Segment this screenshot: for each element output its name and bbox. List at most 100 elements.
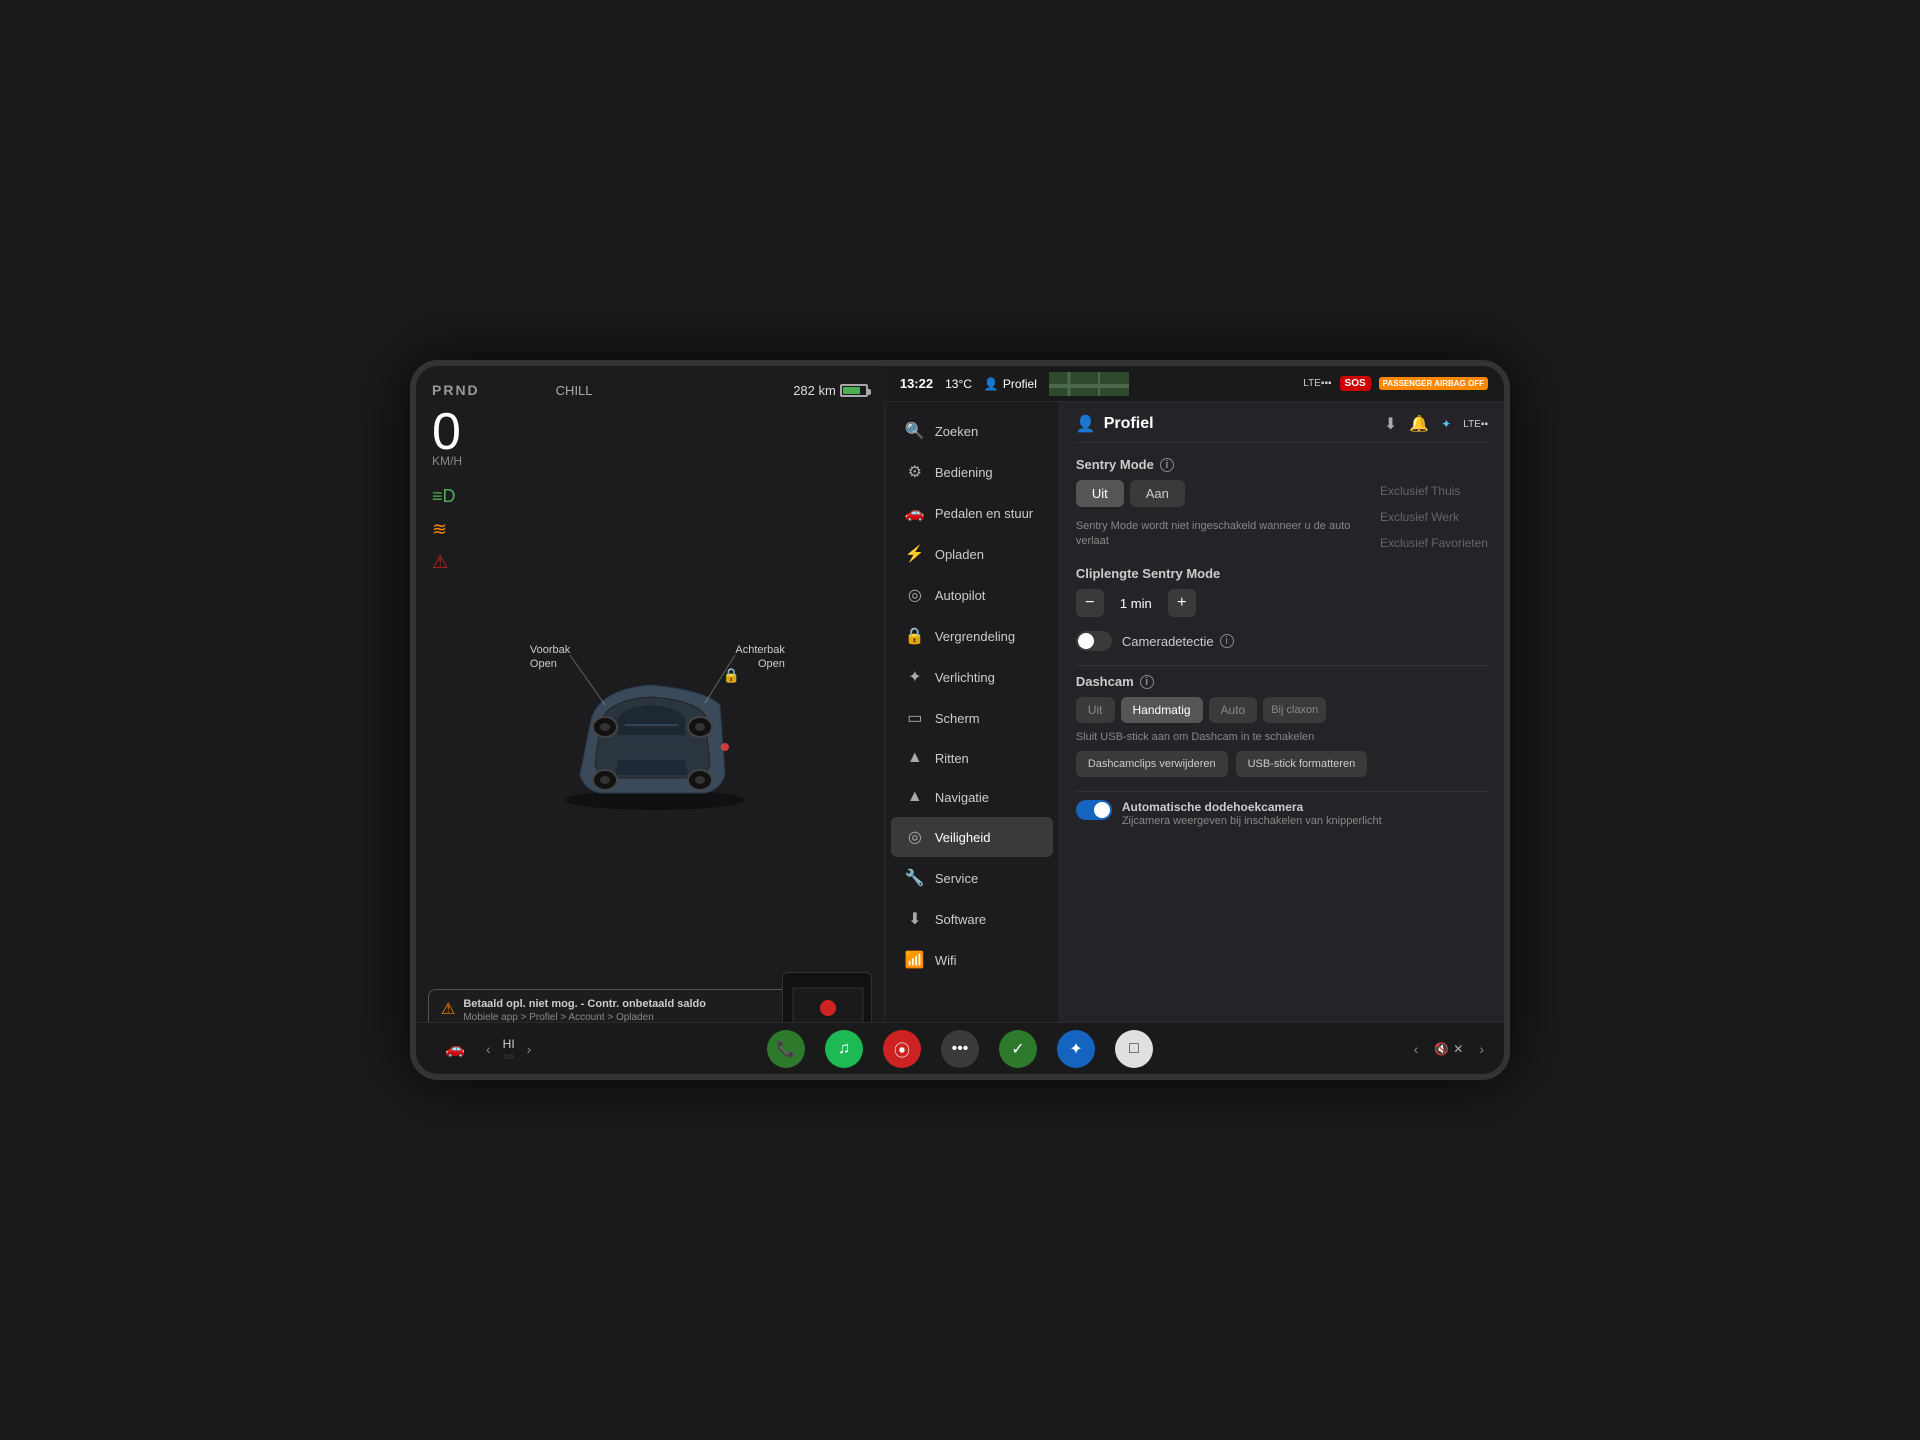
volume-control: 🔇 ✕ [1434,1042,1463,1056]
check-icon: ✓ [1011,1039,1024,1059]
lte-icon: LTE▪▪▪ [1303,378,1331,389]
warning-triangle-icon: ⚠ [441,999,455,1019]
left-panel: PRND CHILL 282 km 0 KM/H ≡D ≋ ⚠ [416,366,884,1074]
header-icons: ⬇ 🔔 ✦ LTE▪▪ [1384,414,1488,434]
exclusive-thuis[interactable]: Exclusief Thuis [1380,480,1488,502]
auto-cam-row: Automatische dodehoekcamera Zijcamera we… [1076,800,1488,828]
separator-1 [1076,665,1488,666]
light-icon: ✦ [905,667,925,687]
prnd-display: PRND [432,382,480,398]
usb-hint: Sluit USB-stick aan om Dashcam in te sch… [1076,731,1488,743]
dashcam-auto-button[interactable]: Auto [1209,697,1258,723]
prev-arrow[interactable]: ‹ [486,1041,491,1057]
menu-item-verlichting[interactable]: ✦ Verlichting [891,657,1053,697]
mini-map [1049,372,1129,396]
sentry-mode-label: Sentry Mode i [1076,457,1488,472]
menu-label-software: Software [935,912,986,927]
settings-panel: 👤 Profiel ⬇ 🔔 ✦ LTE▪▪ Sentry Mode i [1060,402,1504,1074]
clock: 13:22 [900,376,933,391]
format-usb-button[interactable]: USB-stick formatteren [1236,751,1368,777]
menu-label-opladen: Opladen [935,547,984,562]
clip-value: 1 min [1116,596,1156,611]
square-button[interactable]: □ [1115,1030,1153,1068]
bluetooth-button[interactable]: ✦ [1057,1030,1095,1068]
menu-item-zoeken[interactable]: 🔍 Zoeken [891,411,1053,451]
taskbar: 🚗 ‹ HI ○○ › 📞 ♫ ⦿ ••• ✓ [416,1022,1504,1074]
sentry-info-icon[interactable]: i [1160,458,1174,472]
drive-mode-bar: PRND CHILL 282 km [416,378,884,402]
forward-nav-arrow[interactable]: › [1479,1041,1484,1057]
front-label: VoorbakOpen [530,643,570,672]
profile-label: 👤 Profiel [984,377,1037,391]
check-button[interactable]: ✓ [999,1030,1037,1068]
menu-item-service[interactable]: 🔧 Service [891,858,1053,898]
spotify-button[interactable]: ♫ [825,1030,863,1068]
sentry-toggle-row: Uit Aan [1076,480,1372,507]
volume-x: ✕ [1453,1042,1463,1056]
mute-icon[interactable]: 🔇 [1434,1042,1449,1056]
clip-length-label: Cliplengte Sentry Mode [1076,566,1488,581]
menu-item-navigatie[interactable]: ▲ Navigatie [891,778,1053,816]
toggle-thumb [1078,633,1094,649]
sentry-layout: Uit Aan Sentry Mode wordt niet ingeschak… [1076,480,1488,566]
back-label: AchterbakOpen [735,643,785,672]
auto-cam-toggle[interactable] [1076,800,1112,820]
download-icon[interactable]: ⬇ [1384,414,1397,434]
hi-sub: ○○ [503,1051,515,1061]
menu-item-opladen[interactable]: ⚡ Opladen [891,534,1053,574]
dashcam-handmatig-button[interactable]: Handmatig [1121,697,1203,723]
menu-item-autopilot[interactable]: ◎ Autopilot [891,575,1053,615]
phone-button[interactable]: 📞 [767,1030,805,1068]
menu-button[interactable]: ••• [941,1030,979,1068]
camera-detect-info-icon[interactable]: i [1220,634,1234,648]
spotify-icon: ♫ [838,1040,850,1058]
menu-item-ritten[interactable]: ▲ Ritten [891,739,1053,777]
autopilot-icon: ◎ [905,585,925,605]
clip-plus-button[interactable]: + [1168,589,1196,617]
menu-item-vergrendeling[interactable]: 🔒 Vergrendeling [891,616,1053,656]
back-nav-arrow[interactable]: ‹ [1414,1041,1419,1057]
menu-label-verlichting: Verlichting [935,670,995,685]
remove-clips-button[interactable]: Dashcamclips verwijderen [1076,751,1228,777]
menu-item-bediening[interactable]: ⚙ Bediening [891,452,1053,492]
lte-header-icon: LTE▪▪ [1463,419,1488,430]
menu-item-wifi[interactable]: 📶 Wifi [891,940,1053,980]
person-icon: 👤 [984,377,999,391]
auto-cam-title: Automatische dodehoekcamera [1122,800,1488,814]
battery-icon [840,384,868,397]
camera-detect-toggle[interactable] [1076,631,1112,651]
menu-label-bediening: Bediening [935,465,993,480]
dashcam-uit-button[interactable]: Uit [1076,697,1115,723]
sentry-off-button[interactable]: Uit [1076,480,1124,507]
dashcam-claxon-button[interactable]: Bij claxon [1263,697,1326,723]
exclusive-favorieten[interactable]: Exclusief Favorieten [1380,532,1488,554]
menu-item-pedalen[interactable]: 🚗 Pedalen en stuur [891,493,1053,533]
auto-cam-thumb [1094,802,1110,818]
nav-icon: ▲ [905,788,925,806]
record-button[interactable]: ⦿ [883,1030,921,1068]
bluetooth-icon[interactable]: ✦ [1441,417,1451,431]
car-button[interactable]: 🚗 [436,1030,474,1068]
sentry-description: Sentry Mode wordt niet ingeschakeld wann… [1076,519,1372,550]
clip-length-section: Cliplengte Sentry Mode − 1 min + [1076,566,1488,617]
right-section: 🔍 Zoeken ⚙ Bediening 🚗 Pedalen en stuur … [884,402,1504,1074]
bell-icon[interactable]: 🔔 [1409,414,1429,434]
menu-label-scherm: Scherm [935,711,980,726]
exclusive-werk[interactable]: Exclusief Werk [1380,506,1488,528]
menu-label-autopilot: Autopilot [935,588,986,603]
menu-item-veiligheid[interactable]: ◎ Veiligheid [891,817,1053,857]
camera-detect-row: Cameradetectie i [1076,631,1488,651]
menu-label-ritten: Ritten [935,751,969,766]
next-arrow[interactable]: › [527,1041,532,1057]
clip-minus-button[interactable]: − [1076,589,1104,617]
menu-item-scherm[interactable]: ▭ Scherm [891,698,1053,738]
sos-badge: SOS [1340,376,1371,391]
tesla-screen: 13:22 13°C 👤 Profiel LTE▪▪▪ SOS PASSENGE… [410,360,1510,1080]
sentry-on-button[interactable]: Aan [1130,480,1185,507]
phone-icon: 📞 [776,1039,796,1059]
taskbar-right: ‹ 🔇 ✕ › [1414,1041,1484,1057]
car-image-area: VoorbakOpen AchterbakOpen [416,468,884,981]
taskbar-left: 🚗 ‹ HI ○○ › [436,1030,531,1068]
menu-item-software[interactable]: ⬇ Software [891,899,1053,939]
dashcam-info-icon[interactable]: i [1140,675,1154,689]
